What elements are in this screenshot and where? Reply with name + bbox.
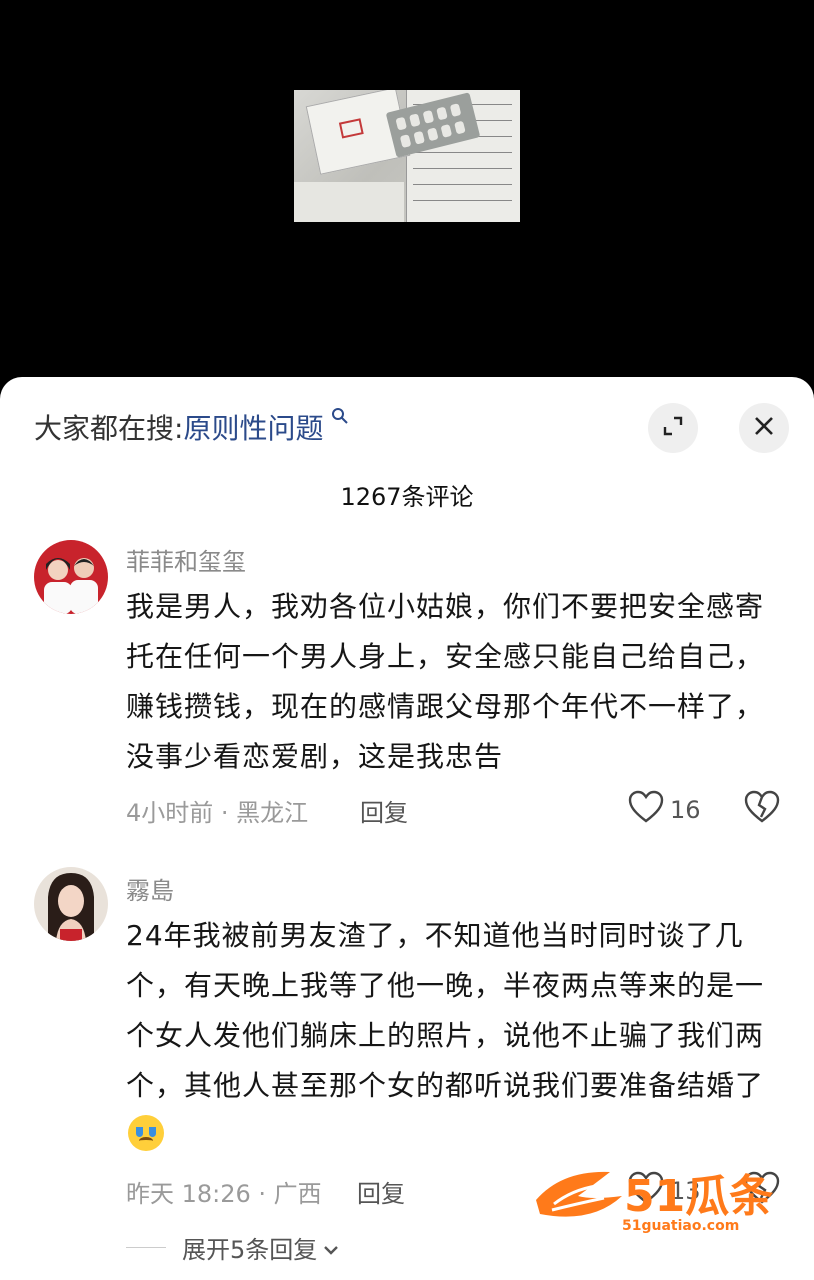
like-count: 16	[670, 796, 701, 824]
broken-heart-icon	[744, 790, 780, 828]
comment-meta: 昨天 18:26 · 广西	[126, 1180, 322, 1208]
divider	[126, 1247, 166, 1248]
comment-meta: 4小时前 · 黑龙江	[126, 799, 309, 827]
watermark-text: 51瓜条	[624, 1171, 774, 1222]
comment-count: 1267条评论	[340, 483, 474, 511]
expand-icon	[661, 414, 685, 442]
search-suggestion[interactable]: 大家都在搜:原则性问题	[34, 407, 349, 447]
comment-sheet: 大家都在搜:原则性问题 1267条评论 菲菲和玺玺 我是男人，我劝各位小姑娘，你…	[0, 377, 814, 1280]
chevron-down-icon	[323, 1234, 339, 1262]
comment-username[interactable]: 菲菲和玺玺	[126, 542, 246, 577]
video-thumbnail[interactable]	[294, 90, 520, 222]
video-area[interactable]	[0, 0, 814, 400]
expand-replies-label: 展开5条回复	[182, 1236, 318, 1264]
watermark-url: 51guatiao.com	[622, 1218, 740, 1234]
close-icon	[752, 414, 776, 442]
search-suggestion-term[interactable]: 原则性问题	[183, 412, 323, 445]
crying-emoji-icon	[128, 1115, 164, 1151]
close-button[interactable]	[739, 403, 789, 453]
avatar[interactable]	[34, 867, 108, 941]
comment-text-body: 24年我被前男友渣了，不知道他当时同时谈了几个，有天晚上我等了他一晚，半夜两点等…	[126, 919, 765, 1102]
expand-replies-button[interactable]: 展开5条回复	[126, 1230, 339, 1265]
expand-button[interactable]	[648, 403, 698, 453]
reply-button[interactable]: 回复	[360, 793, 408, 828]
search-suggestion-prefix: 大家都在搜:	[34, 412, 184, 445]
site-watermark: 51瓜条 51guatiao.com	[532, 1160, 782, 1240]
comment-text: 24年我被前男友渣了，不知道他当时同时谈了几个，有天晚上我等了他一晚，半夜两点等…	[126, 911, 776, 1161]
comment-text: 我是男人，我劝各位小姑娘，你们不要把安全感寄托在任何一个男人身上，安全感只能自己…	[126, 590, 765, 773]
avatar[interactable]	[34, 540, 108, 614]
dislike-button[interactable]	[744, 790, 780, 828]
reply-button[interactable]: 回复	[357, 1174, 405, 1209]
like-button[interactable]: 16	[628, 790, 701, 830]
thumbnail-form	[294, 182, 404, 222]
heart-icon	[628, 790, 670, 830]
magnifier-icon	[325, 408, 349, 430]
comment-username[interactable]: 霧島	[126, 871, 174, 906]
